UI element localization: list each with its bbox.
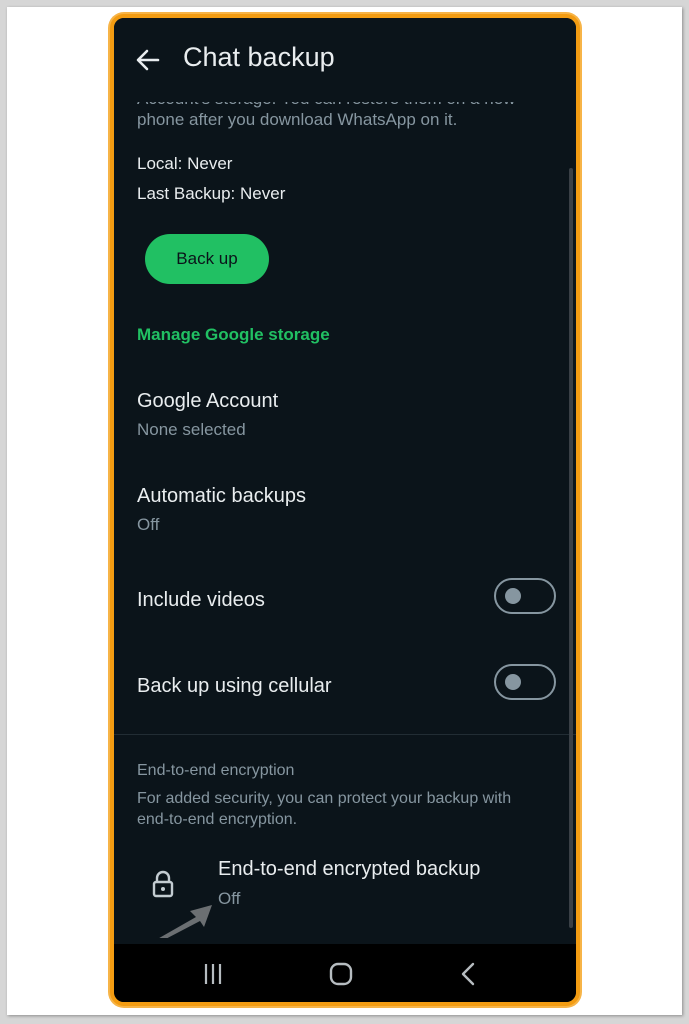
- automatic-backups-title: Automatic backups: [137, 485, 306, 507]
- cellular-setting[interactable]: Back up using cellular: [114, 659, 576, 715]
- google-account-value: None selected: [137, 420, 246, 439]
- include-videos-setting[interactable]: Include videos: [114, 573, 576, 629]
- lock-icon: [152, 870, 174, 898]
- pointer-arrow-icon: [159, 905, 212, 938]
- page-title: Chat backup: [183, 42, 335, 72]
- recent-apps-icon[interactable]: [199, 960, 227, 988]
- include-videos-title: Include videos: [137, 589, 265, 611]
- local-backup-status: Local: Never: [137, 154, 233, 173]
- automatic-backups-value: Off: [137, 515, 160, 534]
- toggle-knob: [505, 674, 521, 690]
- automatic-backups-setting[interactable]: Automatic backups Off: [114, 473, 576, 553]
- google-account-setting[interactable]: Google Account None selected: [114, 378, 576, 458]
- encrypted-backup-value: Off: [218, 889, 241, 908]
- phone-screen: Account's storage. You can restore them …: [110, 14, 580, 1006]
- google-account-title: Google Account: [137, 390, 279, 412]
- arrow-left-icon[interactable]: [134, 46, 162, 74]
- system-navigation-bar: [114, 944, 576, 1002]
- include-videos-toggle[interactable]: [494, 578, 556, 614]
- toggle-knob: [505, 588, 521, 604]
- app-bar: Chat backup: [114, 18, 576, 102]
- encrypted-backup-title: End-to-end encrypted backup: [218, 858, 481, 880]
- encryption-description: For added security, you can protect your…: [137, 790, 512, 828]
- cellular-title: Back up using cellular: [137, 675, 332, 697]
- back-up-button[interactable]: Back up: [145, 234, 269, 284]
- section-divider: [114, 734, 576, 735]
- manage-google-storage-link[interactable]: Manage Google storage: [137, 325, 330, 345]
- last-backup-status: Last Backup: Never: [137, 184, 286, 203]
- home-icon[interactable]: [327, 960, 355, 988]
- scrollbar[interactable]: [569, 168, 573, 928]
- back-up-button-label: Back up: [176, 249, 238, 268]
- settings-scroll-area[interactable]: Account's storage. You can restore them …: [114, 18, 576, 938]
- back-icon[interactable]: [455, 960, 483, 988]
- cellular-toggle[interactable]: [494, 664, 556, 700]
- encryption-section-header: End-to-end encryption: [137, 762, 295, 779]
